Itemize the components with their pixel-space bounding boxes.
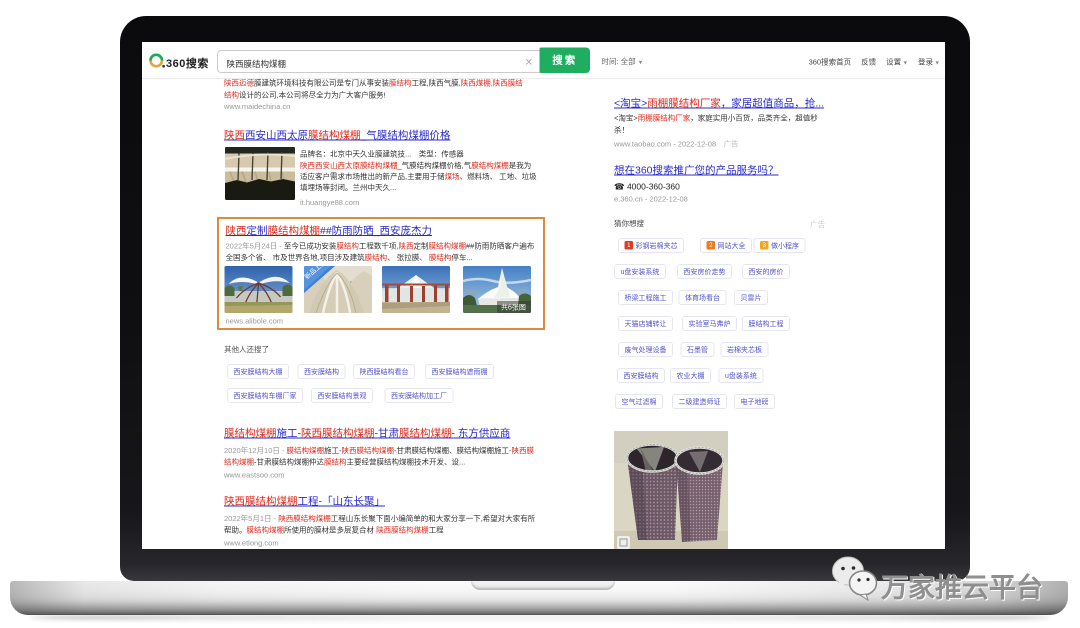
svg-text:共6张图: 共6张图 — [501, 303, 526, 312]
